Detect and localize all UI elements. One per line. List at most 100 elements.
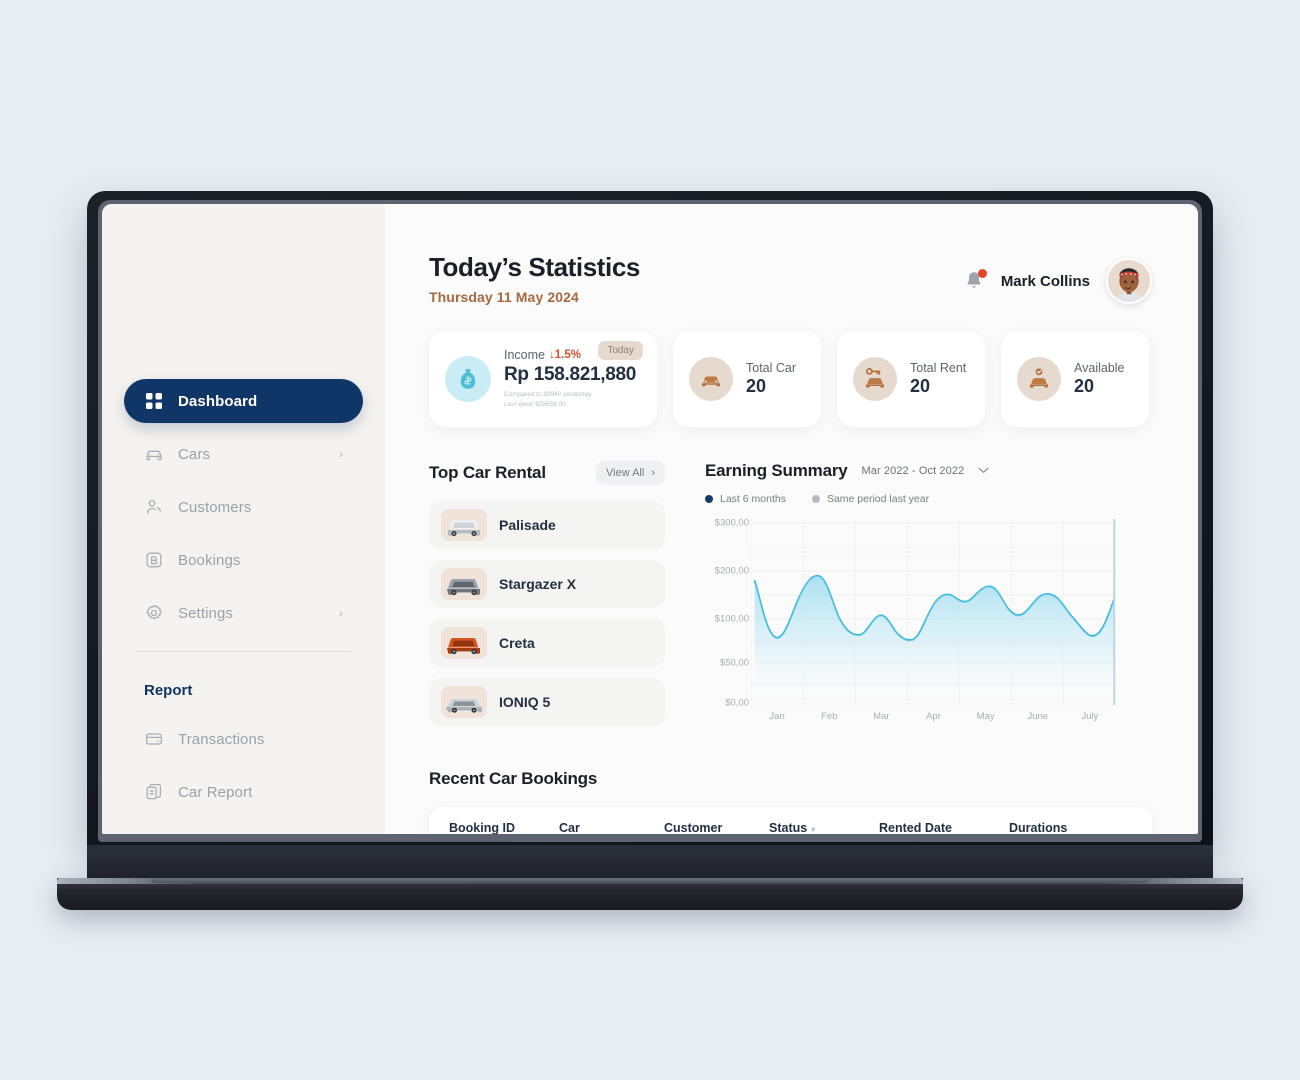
sidebar-item-label: Car Report: [178, 783, 253, 801]
list-item[interactable]: Creta: [429, 619, 665, 668]
column-header-car[interactable]: Car: [559, 821, 664, 834]
date-range-label: Mar 2022 - Oct 2022: [861, 465, 965, 478]
view-all-label: View All: [606, 467, 645, 480]
column-header-status[interactable]: Status ▾: [769, 821, 879, 834]
sidebar-item-cars[interactable]: Cars ›: [124, 432, 363, 476]
dashboard-app: Dashboard Cars › Customers Bookings Sett…: [102, 204, 1198, 834]
car-thumbnail: [441, 686, 487, 719]
top-car-rental-title: Top Car Rental: [429, 463, 546, 483]
today-badge: Today: [598, 341, 643, 360]
sidebar-item-label: Cars: [178, 445, 211, 463]
legend-dot-current: [705, 495, 713, 504]
column-header-status-label: Status: [769, 821, 808, 834]
total-rent-card: Total Rent 20: [837, 331, 985, 428]
income-card: Today Income ↓1.5% Rp 158.821,880 Compar…: [429, 331, 657, 428]
sidebar-item-label: Customers: [178, 498, 252, 516]
view-all-button[interactable]: View All ›: [596, 461, 665, 486]
car-name: Creta: [499, 635, 535, 652]
gear-icon: [144, 603, 164, 623]
user-name: Mark Collins: [1000, 272, 1090, 290]
recent-bookings-title: Recent Car Bookings: [429, 769, 598, 789]
income-value: Rp 158.821,880: [504, 364, 637, 385]
page-title: Today’s Statistics: [429, 252, 640, 282]
available-label: Available: [1074, 361, 1125, 376]
sidebar-item-transactions[interactable]: Transactions: [124, 717, 363, 761]
chart-svg: [750, 519, 1116, 706]
total-car-card: Total Car 20: [673, 331, 821, 428]
sidebar-item-customers[interactable]: Customers: [124, 485, 363, 529]
chevron-right-icon: ›: [651, 467, 655, 480]
sidebar-item-dashboard[interactable]: Dashboard: [124, 379, 363, 423]
y-axis-tick: $300,00: [714, 517, 749, 529]
column-header-customer[interactable]: Customer: [664, 821, 769, 834]
income-subtext-line1: Compared to $9940 yesterday: [504, 391, 592, 398]
car-front-icon: [689, 357, 733, 402]
x-axis-tick: May: [976, 711, 995, 723]
notification-button[interactable]: [963, 269, 987, 293]
sort-arrow-icon: ▾: [811, 825, 816, 834]
chevron-right-icon: ›: [338, 606, 343, 620]
column-header-durations[interactable]: Durations: [1009, 821, 1132, 834]
car-name: Stargazer X: [499, 576, 577, 593]
sidebar: Dashboard Cars › Customers Bookings Sett…: [102, 204, 385, 834]
column-header-booking-id[interactable]: Booking ID: [449, 821, 559, 834]
grid-icon: [144, 391, 164, 411]
total-rent-label: Total Rent: [910, 361, 967, 376]
sidebar-item-label: Transactions: [178, 730, 265, 748]
page-heading-block: Today’s Statistics Thursday 11 May 2024: [429, 252, 640, 305]
available-card: Available 20: [1001, 331, 1149, 428]
total-rent-text: Total Rent 20: [910, 361, 966, 397]
x-axis-tick: Feb: [821, 711, 838, 723]
main-content: Today’s Statistics Thursday 11 May 2024 …: [385, 204, 1198, 834]
car-thumbnail: [441, 568, 487, 601]
money-bag-icon: [445, 356, 491, 403]
sidebar-item-bookings[interactable]: Bookings: [124, 538, 363, 582]
y-axis-tick: $200,00: [714, 565, 749, 577]
car-name: Palisade: [499, 517, 556, 534]
income-subtext-line2: Last week $25658.00: [504, 401, 566, 409]
available-value: 20: [1074, 376, 1095, 397]
earning-chart: $300,00 $200,00 $100,00 $50,00 $0,00 Jan…: [705, 517, 1152, 731]
list-item[interactable]: Stargazer X: [429, 560, 665, 609]
list-item[interactable]: Palisade: [429, 501, 665, 550]
y-axis-tick: $0,00: [725, 697, 749, 709]
column-header-rented-date[interactable]: Rented Date: [879, 821, 1009, 834]
car-check-icon: [1017, 357, 1061, 402]
page-date: Thursday 11 May 2024: [429, 289, 579, 305]
laptop-screen: Dashboard Cars › Customers Bookings Sett…: [102, 204, 1198, 834]
x-axis-tick: Apr: [926, 711, 941, 723]
earning-summary-header: Earning Summary Mar 2022 - Oct 2022: [705, 461, 1152, 481]
chart-plot-area: [750, 519, 1116, 706]
sidebar-divider: [136, 651, 351, 652]
list-item[interactable]: IONIQ 5: [429, 678, 665, 727]
legend-label-previous: Same period last year: [826, 493, 930, 506]
top-car-rental-header: Top Car Rental View All ›: [429, 461, 665, 486]
sidebar-report-heading: Report: [144, 682, 193, 699]
card-icon: [144, 729, 164, 749]
avatar[interactable]: [1106, 258, 1152, 304]
car-name: IONIQ 5: [499, 694, 551, 711]
available-text: Available 20: [1074, 361, 1125, 397]
topbar: Today’s Statistics Thursday 11 May 2024 …: [429, 252, 1152, 305]
document-icon: [144, 782, 164, 802]
chevron-right-icon: ›: [338, 447, 343, 461]
sidebar-item-car-report[interactable]: Car Report: [124, 770, 363, 814]
notification-badge-dot: [977, 269, 987, 278]
chevron-down-icon[interactable]: [978, 466, 989, 477]
laptop-base-notch: [150, 878, 1150, 883]
user-area: Mark Collins: [963, 258, 1152, 304]
earning-summary-title: Earning Summary: [705, 461, 848, 481]
chart-legend: Last 6 months Same period last year: [705, 493, 1152, 505]
sidebar-item-label: Bookings: [178, 551, 241, 569]
screenshot-stage: Dashboard Cars › Customers Bookings Sett…: [0, 0, 1300, 1080]
car-thumbnail: [441, 509, 487, 542]
x-axis-tick: July: [1081, 711, 1099, 723]
car-icon: [144, 444, 164, 464]
users-icon: [144, 497, 164, 517]
legend-label-current: Last 6 months: [720, 493, 786, 506]
income-label: Income: [504, 348, 545, 362]
y-axis-tick: $50,00: [719, 657, 749, 669]
sidebar-item-settings[interactable]: Settings ›: [124, 591, 363, 635]
total-car-label: Total Car: [746, 361, 797, 376]
legend-dot-previous: [811, 495, 820, 504]
